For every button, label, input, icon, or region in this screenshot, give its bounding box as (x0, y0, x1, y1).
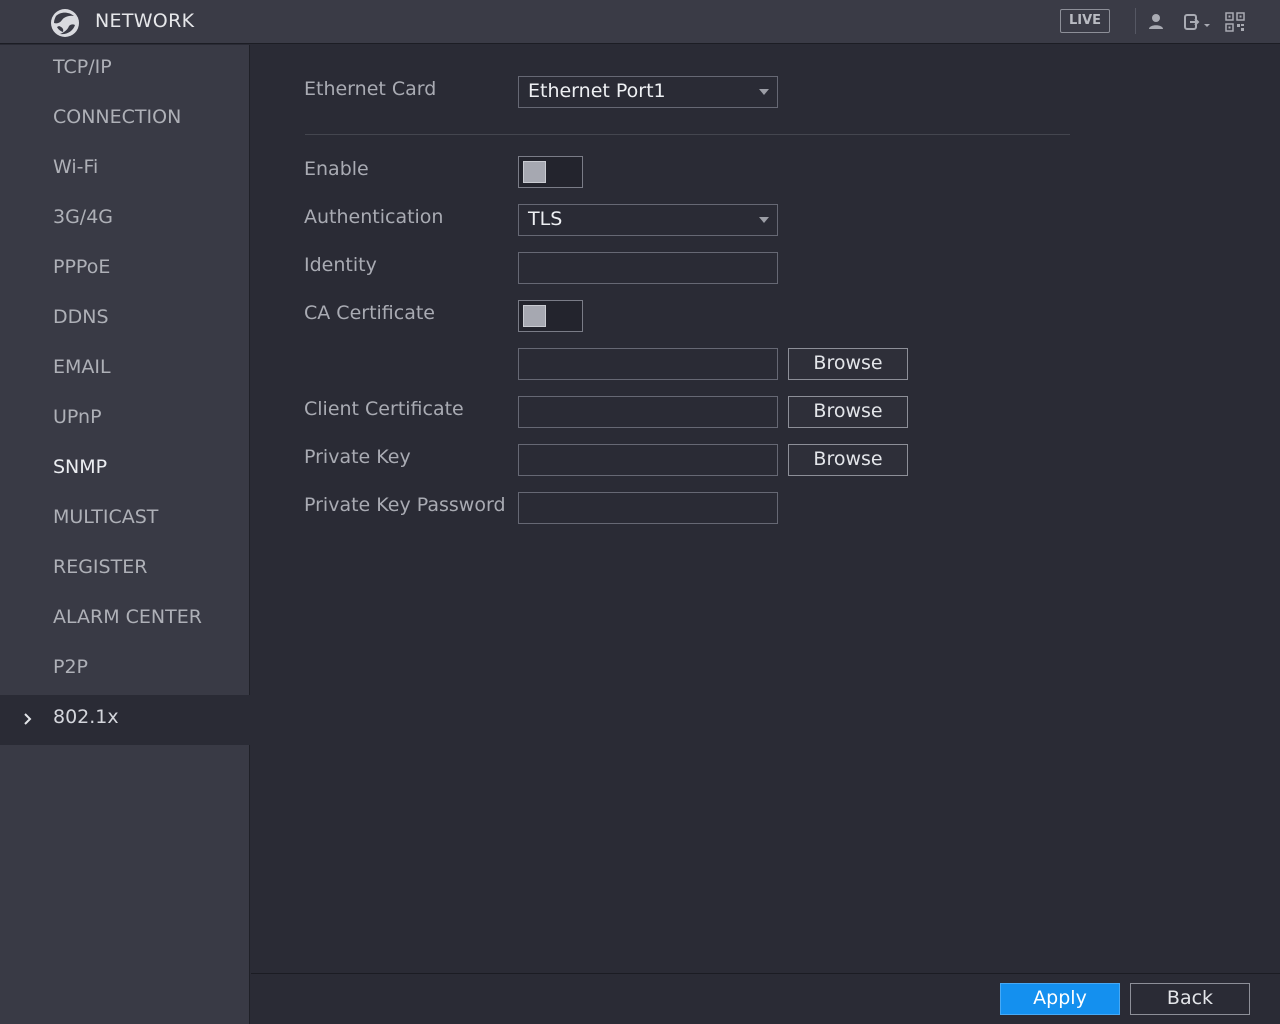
sidebar-item-label: 802.1x (53, 706, 119, 728)
authentication-select[interactable]: TLS (518, 204, 778, 236)
dropdown-arrow-icon (759, 217, 769, 223)
toggle-knob (523, 161, 546, 183)
live-button[interactable]: LIVE (1060, 9, 1110, 33)
dropdown-arrow-icon (759, 89, 769, 95)
identity-input[interactable] (518, 252, 778, 284)
sidebar-item-label: SNMP (53, 456, 108, 478)
section-divider (305, 134, 1070, 135)
sidebar-item-label: EMAIL (53, 356, 111, 378)
ca-certificate-browse-button[interactable]: Browse (788, 348, 908, 380)
sidebar-item-ddns[interactable]: DDNS (0, 295, 250, 345)
identity-label: Identity (304, 254, 377, 276)
client-certificate-label: Client Certificate (304, 398, 464, 420)
ca-certificate-path-input[interactable] (518, 348, 778, 380)
private-key-password-label: Private Key Password (304, 494, 506, 516)
ethernet-card-label: Ethernet Card (304, 78, 437, 100)
sidebar-item-label: TCP/IP (53, 56, 112, 78)
sidebar-item-multicast[interactable]: MULTICAST (0, 495, 250, 545)
toggle-knob (523, 305, 546, 327)
top-bar: NETWORK LIVE (0, 0, 1280, 44)
ethernet-card-value: Ethernet Port1 (528, 80, 666, 102)
ca-certificate-label: CA Certificate (304, 302, 435, 324)
sidebar: TCP/IP CONNECTION Wi-Fi 3G/4G PPPoE DDNS… (0, 45, 250, 1024)
sidebar-item-connection[interactable]: CONNECTION (0, 95, 250, 145)
enable-toggle[interactable] (518, 156, 583, 188)
private-key-path-input[interactable] (518, 444, 778, 476)
user-icon[interactable] (1146, 12, 1166, 32)
enable-label: Enable (304, 158, 369, 180)
bottom-bar (251, 973, 1280, 1024)
sidebar-item-label: DDNS (53, 306, 109, 328)
sidebar-item-upnp[interactable]: UPnP (0, 395, 250, 445)
sidebar-item-label: Wi-Fi (53, 156, 99, 178)
sidebar-item-p2p[interactable]: P2P (0, 645, 250, 695)
sidebar-item-alarm-center[interactable]: ALARM CENTER (0, 595, 250, 645)
sidebar-item-tcp-ip[interactable]: TCP/IP (0, 45, 250, 95)
sidebar-item-label: PPPoE (53, 256, 111, 278)
sidebar-item-snmp[interactable]: SNMP (0, 445, 250, 495)
apply-button[interactable]: Apply (1000, 983, 1120, 1015)
page-title: NETWORK (95, 10, 195, 32)
sidebar-item-label: REGISTER (53, 556, 148, 578)
toolbar-divider (1135, 8, 1136, 34)
ethernet-card-select[interactable]: Ethernet Port1 (518, 76, 778, 108)
sidebar-item-label: CONNECTION (53, 106, 182, 128)
logout-icon[interactable] (1183, 12, 1213, 32)
private-key-browse-button[interactable]: Browse (788, 444, 908, 476)
sidebar-item-3g-4g[interactable]: 3G/4G (0, 195, 250, 245)
sidebar-item-label: 3G/4G (53, 206, 114, 228)
sidebar-item-label: ALARM CENTER (53, 606, 202, 628)
sidebar-item-email[interactable]: EMAIL (0, 345, 250, 395)
client-certificate-browse-button[interactable]: Browse (788, 396, 908, 428)
ca-certificate-toggle[interactable] (518, 300, 583, 332)
sidebar-item-label: P2P (53, 656, 89, 678)
qr-code-icon[interactable] (1225, 12, 1245, 32)
sidebar-item-label: MULTICAST (53, 506, 159, 528)
authentication-label: Authentication (304, 206, 444, 228)
sidebar-item-wifi[interactable]: Wi-Fi (0, 145, 250, 195)
private-key-password-input[interactable] (518, 492, 778, 524)
sidebar-item-register[interactable]: REGISTER (0, 545, 250, 595)
private-key-label: Private Key (304, 446, 411, 468)
sidebar-item-pppoe[interactable]: PPPoE (0, 245, 250, 295)
logo-globe-icon (51, 9, 79, 37)
sidebar-item-802-1x[interactable]: 802.1x (0, 695, 250, 745)
authentication-value: TLS (528, 208, 563, 230)
back-button[interactable]: Back (1130, 983, 1250, 1015)
sidebar-item-label: UPnP (53, 406, 102, 428)
chevron-right-icon (24, 713, 32, 725)
client-certificate-path-input[interactable] (518, 396, 778, 428)
